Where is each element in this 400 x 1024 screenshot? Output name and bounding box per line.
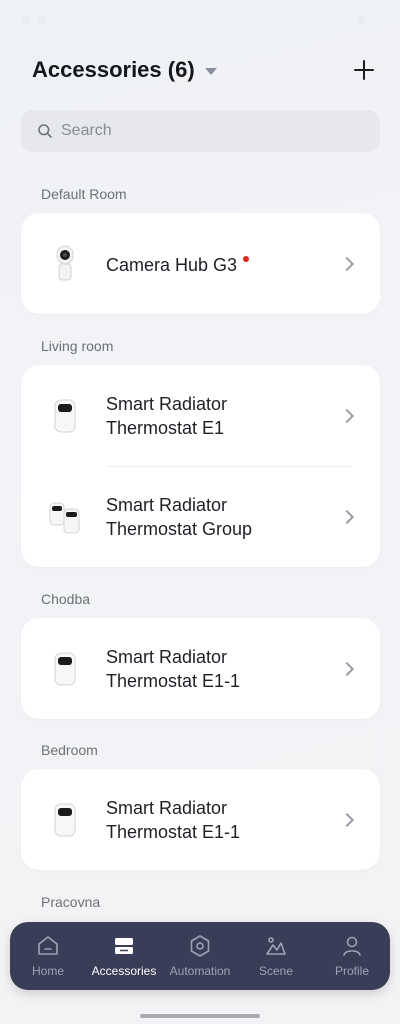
tab-profile[interactable]: Profile (314, 922, 390, 990)
thermostat-group-icon (47, 495, 83, 539)
chevron-right-icon (339, 812, 355, 827)
section-label-chodba: Chodba (41, 591, 91, 607)
bottom-tab-bar: Home Accessories Automation Scene Profil… (10, 922, 390, 990)
device-name: Smart Radiator Thermostat E1-1 (106, 798, 241, 842)
chevron-right-icon (339, 408, 355, 423)
status-bar-right (357, 14, 378, 26)
room-card-chodba: Smart Radiator Thermostat E1-1 (21, 618, 380, 719)
automation-icon (190, 935, 210, 957)
device-row-thermostat-e1-1[interactable]: Smart Radiator Thermostat E1-1 (21, 618, 380, 719)
device-name: Smart Radiator Thermostat E1 (106, 394, 228, 438)
page-title: Accessories (6) (32, 57, 195, 82)
status-icon (38, 16, 46, 24)
status-icon (22, 16, 30, 24)
thermostat-icon (47, 394, 83, 438)
tab-label: Accessories (91, 964, 157, 978)
tab-label: Automation (169, 964, 231, 978)
section-label-default-room: Default Room (41, 186, 127, 202)
battery-icon (371, 14, 378, 26)
thermostat-icon (47, 647, 83, 691)
device-row-camera-hub[interactable]: Camera Hub G3 (21, 213, 380, 314)
tab-home[interactable]: Home (10, 922, 86, 990)
status-bar-left (22, 16, 46, 24)
device-name: Smart Radiator Thermostat Group (106, 495, 253, 539)
profile-icon (343, 936, 361, 956)
thermostat-icon (47, 798, 83, 842)
home-indicator[interactable] (140, 1014, 260, 1018)
chevron-right-icon (339, 661, 355, 676)
section-label-living-room: Living room (41, 338, 114, 354)
caret-down-icon[interactable] (204, 67, 217, 75)
home-icon (38, 936, 58, 955)
header: Accessories (6) (32, 50, 378, 90)
tab-scene[interactable]: Scene (238, 922, 314, 990)
accessories-icon (115, 938, 133, 954)
wifi-icon (357, 16, 365, 24)
chevron-right-icon (339, 509, 355, 524)
scene-icon (266, 937, 286, 955)
device-name: Smart Radiator Thermostat E1-1 (106, 647, 241, 691)
device-name: Camera Hub G3 (106, 253, 316, 277)
camera-hub-icon (47, 242, 83, 286)
search-input[interactable]: Search (21, 110, 380, 152)
tab-label: Home (31, 964, 64, 978)
tab-label: Profile (334, 964, 369, 978)
device-row-thermostat-e1[interactable]: Smart Radiator Thermostat E1 (21, 365, 380, 466)
device-row-thermostat-e1-1[interactable]: Smart Radiator Thermostat E1-1 (21, 769, 380, 870)
search-placeholder: Search (61, 122, 112, 139)
room-card-bedroom: Smart Radiator Thermostat E1-1 (21, 769, 380, 870)
section-label-bedroom: Bedroom (41, 742, 98, 758)
section-label-pracovna: Pracovna (41, 894, 101, 910)
device-row-thermostat-group[interactable]: Smart Radiator Thermostat Group (21, 466, 380, 567)
alert-dot (243, 256, 250, 262)
add-accessory-button[interactable] (350, 56, 378, 84)
room-card-living-room: Smart Radiator Thermostat E1 Smart Radia… (21, 365, 380, 567)
tab-automation[interactable]: Automation (162, 922, 238, 990)
search-icon (38, 124, 52, 138)
title-dropdown[interactable]: Accessories (6) (32, 57, 217, 83)
status-bar (0, 0, 400, 40)
chevron-right-icon (339, 256, 355, 271)
tab-label: Scene (258, 964, 294, 978)
tab-accessories[interactable]: Accessories (86, 922, 162, 990)
room-card-default-room: Camera Hub G3 (21, 213, 380, 314)
